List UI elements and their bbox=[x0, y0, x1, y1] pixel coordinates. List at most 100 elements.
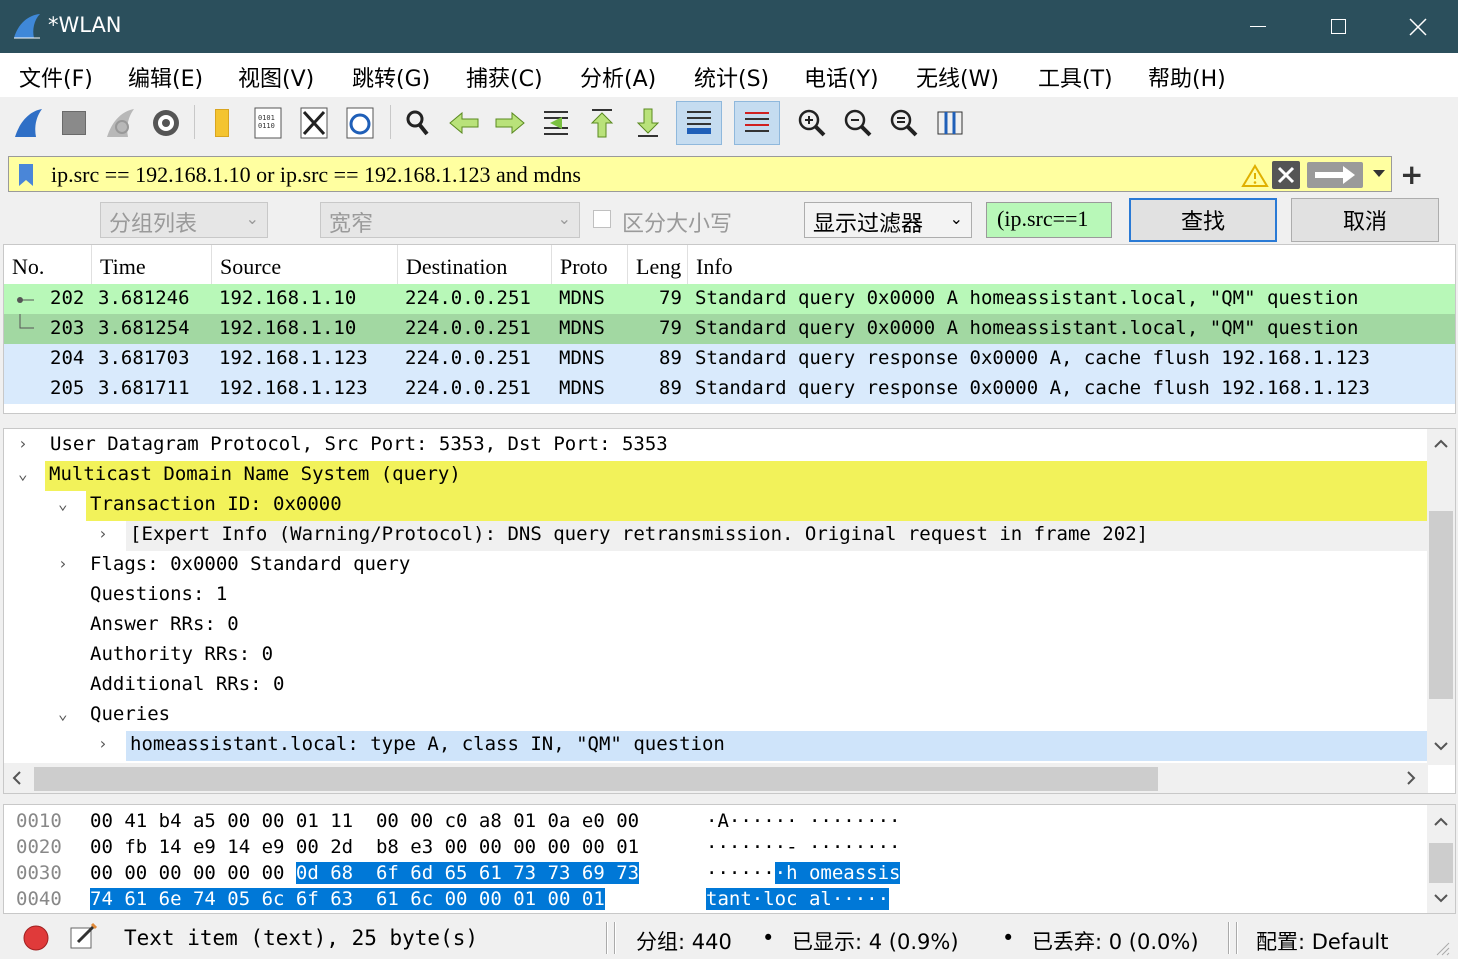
scrollbar-thumb[interactable] bbox=[1429, 843, 1453, 883]
tree-item[interactable]: Questions: 1 bbox=[4, 579, 1428, 609]
minimize-button[interactable] bbox=[1218, 0, 1298, 53]
resize-columns-button[interactable] bbox=[930, 101, 970, 145]
colorize-button[interactable] bbox=[734, 101, 780, 145]
search-type-select[interactable]: 显示过滤器 ⌄ bbox=[804, 202, 972, 238]
menu-tools[interactable]: 工具(T) bbox=[1038, 61, 1113, 93]
tree-item[interactable]: › Flags: 0x0000 Standard query bbox=[4, 549, 1428, 579]
menu-capture[interactable]: 捕获(C) bbox=[466, 61, 543, 93]
go-back-button[interactable] bbox=[444, 101, 484, 145]
go-last-button[interactable] bbox=[628, 101, 668, 145]
tree-item[interactable]: ⌄ Multicast Domain Name System (query) bbox=[4, 459, 1428, 491]
zoom-out-button[interactable] bbox=[838, 101, 878, 145]
column-header-protocol[interactable]: Proto bbox=[552, 245, 628, 285]
details-horizontal-scrollbar[interactable] bbox=[4, 763, 1428, 793]
tree-item[interactable]: Authority RRs: 0 bbox=[4, 639, 1428, 669]
bookmark-icon[interactable] bbox=[15, 162, 37, 188]
bytes-row[interactable]: 0040 74 61 6e 74 05 6c 6f 63 61 6c 00 00… bbox=[4, 887, 890, 913]
tree-item[interactable]: Answer RRs: 0 bbox=[4, 609, 1428, 639]
scroll-left-icon[interactable] bbox=[12, 771, 22, 785]
bytes-row[interactable]: 0020 00 fb 14 e9 14 e9 00 2d b8 e3 00 00… bbox=[4, 835, 900, 861]
charset-select[interactable]: 宽窄 ⌄ bbox=[320, 202, 580, 238]
display-filter-input[interactable]: ip.src == 192.168.1.10 or ip.src == 192.… bbox=[8, 156, 1392, 192]
zoom-in-button[interactable] bbox=[792, 101, 832, 145]
go-first-button[interactable] bbox=[582, 101, 622, 145]
menu-file[interactable]: 文件(F) bbox=[19, 61, 93, 93]
tree-item-selected[interactable]: › homeassistant.local: type A, class IN,… bbox=[4, 729, 1428, 761]
scroll-right-icon[interactable] bbox=[1406, 771, 1416, 785]
menu-wireless[interactable]: 无线(W) bbox=[916, 61, 999, 93]
status-profile[interactable]: 配置: Default bbox=[1256, 926, 1388, 956]
resize-grip-icon[interactable] bbox=[1434, 940, 1450, 956]
find-button[interactable]: 查找 bbox=[1129, 198, 1277, 242]
search-scope-select[interactable]: 分组列表 ⌄ bbox=[100, 202, 268, 238]
scrollbar-thumb[interactable] bbox=[1429, 511, 1453, 699]
menu-help[interactable]: 帮助(H) bbox=[1148, 61, 1226, 93]
filter-history-dropdown[interactable] bbox=[1367, 157, 1391, 191]
stop-capture-button[interactable] bbox=[54, 101, 94, 145]
menu-statistics[interactable]: 统计(S) bbox=[694, 61, 769, 93]
tree-item-label: Authority RRs: 0 bbox=[90, 643, 274, 665]
packet-row[interactable]: 202 3.681246 192.168.1.10 224.0.0.251 MD… bbox=[4, 284, 1455, 314]
packet-row[interactable]: 204 3.681703 192.168.1.123 224.0.0.251 M… bbox=[4, 344, 1455, 374]
bytes-row[interactable]: 0010 00 41 b4 a5 00 00 01 11 00 00 c0 a8… bbox=[4, 809, 900, 835]
packet-row[interactable]: 205 3.681711 192.168.1.123 224.0.0.251 M… bbox=[4, 374, 1455, 404]
find-packet-button[interactable] bbox=[398, 101, 438, 145]
go-forward-button[interactable] bbox=[490, 101, 530, 145]
tree-item[interactable]: › [Expert Info (Warning/Protocol): DNS q… bbox=[4, 519, 1428, 551]
chevron-down-icon: ⌄ bbox=[245, 209, 259, 228]
reload-file-button[interactable] bbox=[340, 101, 380, 145]
autoscroll-button[interactable] bbox=[676, 101, 722, 145]
clear-filter-button[interactable] bbox=[1272, 161, 1300, 189]
bytes-vertical-scrollbar[interactable] bbox=[1427, 805, 1455, 913]
normal-size-button[interactable] bbox=[884, 101, 924, 145]
tree-item[interactable]: Additional RRs: 0 bbox=[4, 669, 1428, 699]
go-to-packet-button[interactable] bbox=[536, 101, 576, 145]
scrollbar-thumb[interactable] bbox=[34, 767, 1158, 791]
scroll-down-icon[interactable] bbox=[1434, 893, 1448, 903]
menu-edit[interactable]: 编辑(E) bbox=[128, 61, 203, 93]
chevron-down-icon[interactable]: ⌄ bbox=[58, 494, 68, 513]
packet-row-selected[interactable]: 203 3.681254 192.168.1.10 224.0.0.251 MD… bbox=[4, 314, 1455, 344]
tree-item[interactable]: ⌄ Transaction ID: 0x0000 bbox=[4, 489, 1428, 521]
restart-capture-button[interactable] bbox=[100, 101, 140, 145]
add-filter-button[interactable]: + bbox=[1400, 158, 1423, 191]
scroll-up-icon[interactable] bbox=[1434, 439, 1448, 449]
tree-item[interactable]: ⌄ Queries bbox=[4, 699, 1428, 729]
menu-telephony[interactable]: 电话(Y) bbox=[804, 61, 879, 93]
chevron-right-icon[interactable]: › bbox=[58, 554, 68, 573]
chevron-right-icon[interactable]: › bbox=[98, 734, 108, 753]
capture-options-button[interactable] bbox=[146, 101, 186, 145]
chevron-right-icon[interactable]: › bbox=[18, 434, 28, 453]
find-packet-icon bbox=[406, 110, 429, 136]
scroll-down-icon[interactable] bbox=[1434, 741, 1448, 751]
search-input[interactable]: (ip.src==1 bbox=[986, 202, 1112, 238]
case-sensitive-checkbox[interactable] bbox=[593, 210, 611, 228]
details-vertical-scrollbar[interactable] bbox=[1427, 429, 1455, 765]
tree-item[interactable]: › User Datagram Protocol, Src Port: 5353… bbox=[4, 429, 1428, 459]
cancel-button[interactable]: 取消 bbox=[1291, 198, 1439, 242]
save-file-button[interactable]: 0101 0110 bbox=[248, 101, 288, 145]
start-capture-button[interactable] bbox=[8, 101, 48, 145]
maximize-button[interactable] bbox=[1298, 0, 1378, 53]
close-button[interactable] bbox=[1378, 0, 1458, 53]
column-header-no[interactable]: No. bbox=[4, 245, 92, 285]
column-header-time[interactable]: Time bbox=[92, 245, 212, 285]
chevron-right-icon[interactable]: › bbox=[98, 524, 108, 543]
close-file-button[interactable] bbox=[294, 101, 334, 145]
capture-status-icon[interactable] bbox=[22, 924, 50, 952]
menu-go[interactable]: 跳转(G) bbox=[352, 61, 430, 93]
column-header-destination[interactable]: Destination bbox=[398, 245, 552, 285]
scroll-up-icon[interactable] bbox=[1434, 817, 1448, 827]
edit-comment-icon[interactable] bbox=[68, 922, 98, 952]
column-header-length[interactable]: Leng bbox=[628, 245, 688, 285]
open-file-button[interactable] bbox=[202, 101, 242, 145]
column-header-source[interactable]: Source bbox=[212, 245, 398, 285]
packet-no: 204 bbox=[50, 347, 85, 369]
apply-filter-button[interactable] bbox=[1307, 162, 1363, 188]
chevron-down-icon[interactable]: ⌄ bbox=[18, 464, 28, 483]
chevron-down-icon[interactable]: ⌄ bbox=[58, 704, 68, 723]
menu-analyze[interactable]: 分析(A) bbox=[580, 61, 656, 93]
menu-view[interactable]: 视图(V) bbox=[238, 61, 314, 93]
bytes-row[interactable]: 0030 00 00 00 00 00 00 0d 68 6f 6d 65 61… bbox=[4, 861, 901, 887]
column-header-info[interactable]: Info bbox=[688, 245, 1455, 285]
